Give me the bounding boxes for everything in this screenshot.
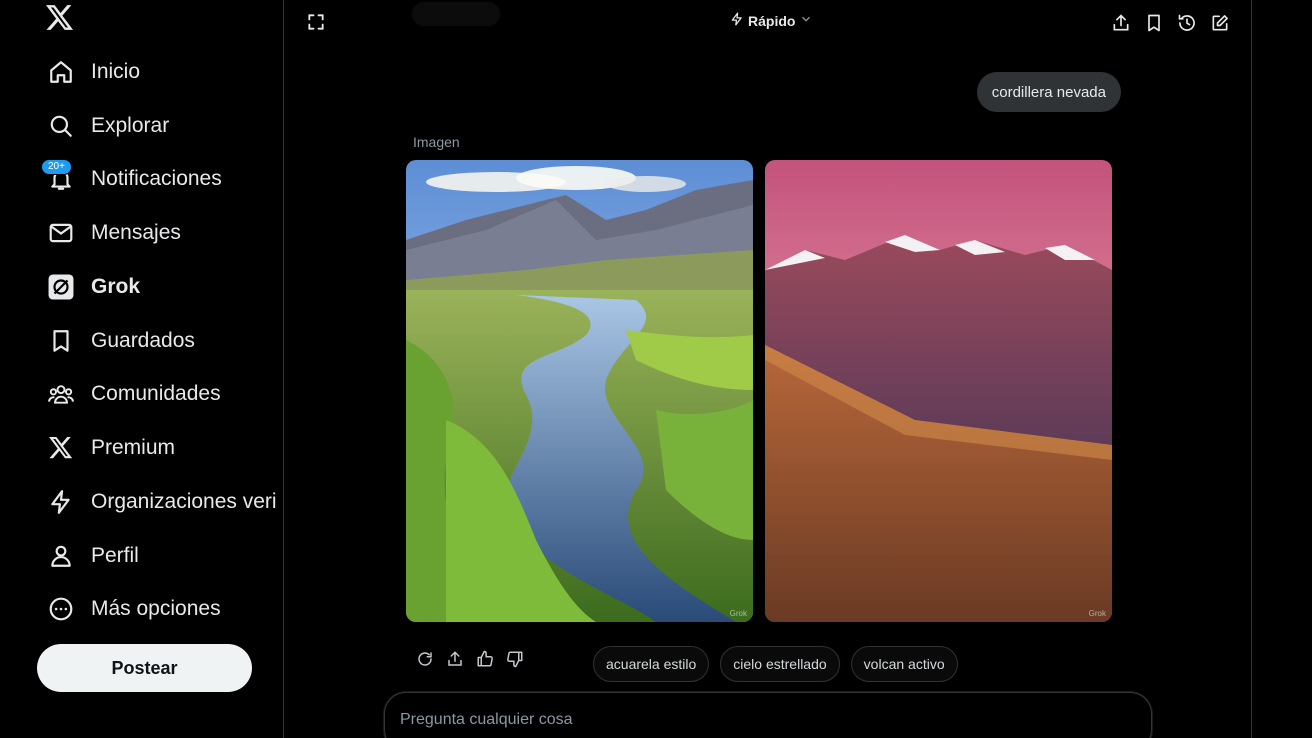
mail-icon bbox=[48, 220, 74, 246]
sidebar-item-notificaciones[interactable]: 20+ Notificaciones bbox=[36, 155, 276, 203]
mode-selector[interactable]: Rápido bbox=[730, 12, 813, 29]
lightning-icon bbox=[730, 12, 744, 29]
bookmark-icon bbox=[48, 328, 74, 354]
search-icon bbox=[48, 113, 74, 139]
response-type-label: Imagen bbox=[413, 134, 460, 150]
bookmark-icon[interactable] bbox=[1143, 12, 1165, 34]
sidebar-item-label: Organizaciones verificadas bbox=[91, 490, 276, 513]
top-actions bbox=[1110, 12, 1231, 34]
regenerate-icon[interactable] bbox=[414, 648, 436, 670]
grok-main-panel: Rápido cordillera nevada Imagen Grok Gro… bbox=[284, 0, 1252, 738]
message-actions bbox=[414, 648, 526, 670]
previous-message-fragment bbox=[412, 2, 500, 26]
lightning-icon bbox=[48, 489, 74, 515]
suggestion-chip[interactable]: acuarela estilo bbox=[593, 646, 710, 682]
expand-icon[interactable] bbox=[306, 12, 328, 34]
sidebar-item-label: Explorar bbox=[91, 114, 170, 137]
prompt-input[interactable] bbox=[400, 711, 1100, 729]
share-icon[interactable] bbox=[1110, 12, 1132, 34]
suggestion-chip[interactable]: volcan activo bbox=[850, 646, 958, 682]
grok-watermark: Grok bbox=[1088, 609, 1106, 618]
suggestion-chips: acuarela estilo cielo estrellado volcan … bbox=[593, 646, 958, 682]
notification-badge: 20+ bbox=[41, 159, 72, 175]
grok-watermark: Grok bbox=[729, 609, 747, 618]
history-icon[interactable] bbox=[1176, 12, 1198, 34]
generated-image-snowy-mountains[interactable]: Grok bbox=[765, 160, 1112, 622]
share-icon[interactable] bbox=[444, 648, 466, 670]
sidebar-item-label: Perfil bbox=[91, 544, 139, 567]
sidebar-item-perfil[interactable]: Perfil bbox=[36, 532, 276, 580]
post-button[interactable]: Postear bbox=[37, 644, 252, 692]
sidebar-item-mensajes[interactable]: Mensajes bbox=[36, 209, 276, 257]
sidebar: Inicio Explorar 20+ Notificaciones Mensa… bbox=[0, 0, 284, 738]
user-message-bubble: cordillera nevada bbox=[976, 72, 1121, 112]
x-logo-icon bbox=[48, 435, 74, 461]
person-icon bbox=[48, 543, 74, 569]
chevron-down-icon bbox=[799, 12, 813, 29]
sidebar-item-guardados[interactable]: Guardados bbox=[36, 317, 276, 365]
grok-icon bbox=[48, 274, 74, 300]
sidebar-item-inicio[interactable]: Inicio bbox=[36, 48, 276, 96]
sidebar-item-explorar[interactable]: Explorar bbox=[36, 102, 276, 150]
more-circle-icon bbox=[48, 596, 74, 622]
sidebar-item-label: Más opciones bbox=[91, 597, 221, 620]
communities-icon bbox=[48, 381, 74, 407]
thumbs-down-icon[interactable] bbox=[504, 648, 526, 670]
sidebar-item-mas-opciones[interactable]: Más opciones bbox=[36, 585, 276, 633]
sidebar-item-label: Inicio bbox=[91, 60, 141, 83]
sidebar-item-label: Mensajes bbox=[91, 221, 181, 244]
sidebar-item-label: Grok bbox=[91, 275, 141, 298]
sidebar-item-label: Notificaciones bbox=[91, 167, 222, 190]
suggestion-chip[interactable]: cielo estrellado bbox=[720, 646, 840, 682]
sidebar-item-label: Premium bbox=[91, 436, 176, 459]
sidebar-item-grok[interactable]: Grok bbox=[36, 263, 276, 311]
sidebar-item-organizaciones[interactable]: Organizaciones verificadas bbox=[36, 478, 276, 526]
thumbs-up-icon[interactable] bbox=[474, 648, 496, 670]
bell-icon: 20+ bbox=[41, 159, 74, 192]
sidebar-item-label: Comunidades bbox=[91, 382, 221, 405]
sidebar-item-label: Guardados bbox=[91, 329, 195, 352]
x-logo-icon[interactable] bbox=[46, 5, 76, 33]
generated-image-river-valley[interactable]: Grok bbox=[406, 160, 753, 622]
sidebar-item-comunidades[interactable]: Comunidades bbox=[36, 370, 276, 418]
home-icon bbox=[48, 59, 74, 85]
new-chat-icon[interactable] bbox=[1209, 12, 1231, 34]
sidebar-item-premium[interactable]: Premium bbox=[36, 424, 276, 472]
mode-label: Rápido bbox=[748, 12, 796, 29]
composer bbox=[384, 692, 1152, 738]
